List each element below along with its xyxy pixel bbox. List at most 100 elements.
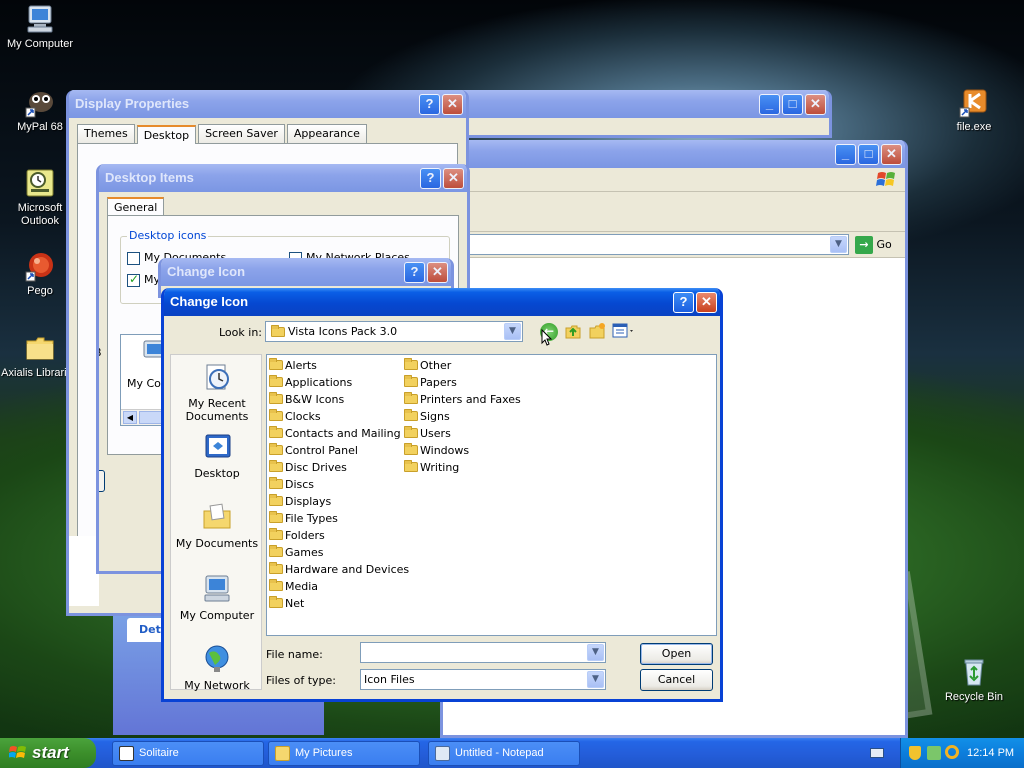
folder-item[interactable]: Folders bbox=[269, 527, 409, 544]
view-menu-button[interactable] bbox=[612, 323, 636, 339]
folder-item[interactable]: Hardware and Devices bbox=[269, 561, 409, 578]
close-button[interactable]: ✕ bbox=[427, 262, 448, 283]
help-button[interactable]: ? bbox=[673, 292, 694, 313]
folder-item[interactable]: Writing bbox=[404, 459, 521, 476]
new-folder-button[interactable] bbox=[588, 322, 606, 340]
file-name-input[interactable]: ▼ bbox=[360, 642, 606, 663]
folder-item[interactable]: Clocks bbox=[269, 408, 409, 425]
folder-item[interactable]: Disc Drives bbox=[269, 459, 409, 476]
security-shield-icon[interactable] bbox=[909, 746, 921, 760]
folder-item[interactable]: Contacts and Mailing bbox=[269, 425, 409, 442]
place-my-recent-documents[interactable]: My Recent Documents bbox=[171, 361, 263, 423]
close-button[interactable]: ✕ bbox=[442, 94, 463, 115]
desktop-icon-recycle-bin[interactable]: Recycle Bin bbox=[934, 656, 1014, 704]
folder-item[interactable]: Other bbox=[404, 357, 521, 374]
place-label: Desktop bbox=[194, 467, 240, 480]
go-button[interactable]: → Go bbox=[855, 234, 892, 255]
window-my-pictures[interactable]: _ □ ✕ bbox=[440, 90, 832, 138]
cancel-button[interactable]: Cancel bbox=[640, 669, 713, 691]
minimize-button[interactable]: _ bbox=[835, 144, 856, 165]
folder-item[interactable]: Alerts bbox=[269, 357, 409, 374]
place-my-documents[interactable]: My Documents bbox=[171, 501, 263, 550]
search-icon[interactable] bbox=[945, 745, 959, 759]
place-desktop[interactable]: Desktop bbox=[171, 431, 263, 480]
minimize-button[interactable]: _ bbox=[759, 94, 780, 115]
checkbox-box[interactable] bbox=[127, 251, 140, 265]
my-computer-icon bbox=[204, 575, 230, 602]
title-bar[interactable]: _ □ ✕ bbox=[443, 140, 905, 168]
folder-item[interactable]: Control Panel bbox=[269, 442, 409, 459]
place-label: My Recent Documents bbox=[185, 397, 249, 423]
scroll-thumb[interactable] bbox=[139, 411, 163, 424]
view-menu-icon bbox=[612, 323, 633, 338]
windows-logo-icon bbox=[9, 746, 26, 758]
network-status-icon[interactable] bbox=[927, 746, 941, 760]
folder-item[interactable]: Net bbox=[269, 595, 409, 612]
folder-item[interactable]: Games bbox=[269, 544, 409, 561]
tab-screen-saver[interactable]: Screen Saver bbox=[198, 124, 285, 143]
address-bar: ▼ → Go bbox=[443, 232, 905, 258]
maximize-button[interactable]: □ bbox=[858, 144, 879, 165]
title-bar[interactable]: Change Icon ? ✕ bbox=[161, 258, 451, 286]
place-my-network[interactable]: My Network bbox=[171, 643, 263, 692]
address-input[interactable]: ▼ bbox=[443, 234, 849, 255]
folder-item[interactable]: Applications bbox=[269, 374, 409, 391]
folder-item[interactable]: Papers bbox=[404, 374, 521, 391]
go-label: Go bbox=[876, 238, 892, 251]
folder-label: Games bbox=[285, 546, 324, 559]
title-bar[interactable]: _ □ ✕ bbox=[443, 90, 829, 118]
close-button[interactable]: ✕ bbox=[881, 144, 902, 165]
pego-icon bbox=[25, 253, 53, 282]
start-button[interactable]: start bbox=[0, 738, 96, 768]
folder-item[interactable]: Displays bbox=[269, 493, 409, 510]
folder-item[interactable]: Media bbox=[269, 578, 409, 595]
tab-desktop[interactable]: Desktop bbox=[136, 125, 197, 144]
folder-item[interactable]: Discs bbox=[269, 476, 409, 493]
folder-item[interactable]: Signs bbox=[404, 408, 521, 425]
desktop-icon-my-computer[interactable]: My Computer bbox=[0, 3, 80, 51]
title-bar[interactable]: Change Icon ? ✕ bbox=[164, 288, 720, 316]
folder-item[interactable]: Users bbox=[404, 425, 521, 442]
help-button[interactable]: ? bbox=[420, 168, 441, 189]
keyboard-icon[interactable] bbox=[870, 748, 884, 758]
taskbar-item-solitaire[interactable]: Solitaire bbox=[112, 741, 264, 766]
desktop-icon-file-exe[interactable]: file.exe bbox=[934, 86, 1014, 134]
chevron-down-icon[interactable]: ▼ bbox=[830, 236, 847, 253]
folder-item[interactable]: B&W Icons bbox=[269, 391, 409, 408]
chevron-down-icon[interactable]: ▼ bbox=[504, 323, 521, 340]
dialog-change-icon[interactable]: Change Icon ? ✕ Look in: Vista Icons Pac… bbox=[161, 288, 723, 702]
up-folder-button[interactable] bbox=[564, 322, 582, 340]
place-my-computer[interactable]: My Computer bbox=[171, 573, 263, 622]
scroll-left-icon[interactable]: ◀ bbox=[123, 411, 137, 424]
maximize-button[interactable]: □ bbox=[782, 94, 803, 115]
taskbar-item-notepad[interactable]: Untitled - Notepad bbox=[428, 741, 580, 766]
tab-appearance[interactable]: Appearance bbox=[286, 124, 367, 143]
checkbox-box[interactable] bbox=[127, 272, 140, 287]
left-stub-button[interactable] bbox=[99, 470, 105, 492]
title-bar[interactable]: Display Properties ? ✕ bbox=[69, 90, 466, 118]
file-list[interactable]: Alerts Applications B&W Icons Clocks Contact… bbox=[266, 354, 717, 636]
help-button[interactable]: ? bbox=[419, 94, 440, 115]
chevron-down-icon[interactable]: ▼ bbox=[587, 671, 604, 688]
close-button[interactable]: ✕ bbox=[696, 292, 717, 313]
folder-icon bbox=[404, 426, 418, 438]
open-button[interactable]: Open bbox=[640, 643, 713, 665]
folder-icon bbox=[269, 494, 283, 506]
label-fragment: B bbox=[99, 346, 102, 359]
folder-item[interactable]: Windows bbox=[404, 442, 521, 459]
checkbox-my-computer[interactable]: My bbox=[127, 272, 160, 287]
taskbar-item-my-pictures[interactable]: My Pictures bbox=[268, 741, 420, 766]
help-button[interactable]: ? bbox=[404, 262, 425, 283]
tab-themes[interactable]: Themes bbox=[77, 124, 135, 143]
folder-item[interactable]: File Types bbox=[269, 510, 409, 527]
file-type-dropdown[interactable]: Icon Files ▼ bbox=[360, 669, 606, 690]
chevron-down-icon[interactable]: ▼ bbox=[587, 644, 604, 661]
tab-general[interactable]: General bbox=[107, 197, 165, 216]
title-bar[interactable]: Desktop Items ? ✕ bbox=[99, 164, 467, 192]
folder-item[interactable]: Printers and Faxes bbox=[404, 391, 521, 408]
clock[interactable]: 12:14 PM bbox=[967, 738, 1014, 768]
close-button[interactable]: ✕ bbox=[443, 168, 464, 189]
look-in-dropdown[interactable]: Vista Icons Pack 3.0 ▼ bbox=[265, 321, 523, 342]
close-button[interactable]: ✕ bbox=[805, 94, 826, 115]
folder-label: Applications bbox=[285, 376, 353, 389]
